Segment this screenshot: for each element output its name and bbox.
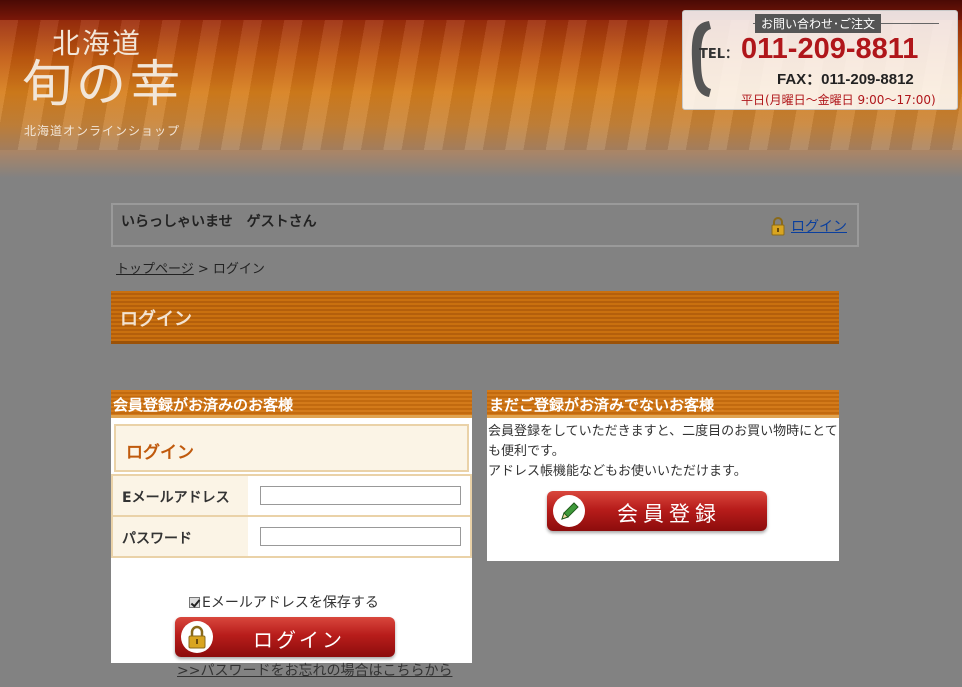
- email-label: Eメールアドレス: [113, 476, 248, 515]
- page-title-band: ログイン: [111, 291, 839, 344]
- login-button-icon-bg: [181, 621, 213, 653]
- register-panel: まだご登録がお済みでないお客様 会員登録をしていただきますと、二度目のお買い物時…: [487, 390, 839, 561]
- save-email-option[interactable]: Eメールアドレスを保存する: [189, 592, 379, 612]
- business-hours: 平日(月曜日～金曜日 9:00～17:00): [741, 93, 936, 107]
- breadcrumb-separator: >: [193, 262, 213, 277]
- register-panel-heading: まだご登録がお済みでないお客様: [487, 390, 839, 418]
- lock-icon: [188, 625, 206, 649]
- register-description: 会員登録をしていただきますと、二度目のお買い物時にとても便利です。 アドレス帳機…: [488, 422, 838, 482]
- logo-sub-text: 北海道オンラインショップ: [24, 124, 181, 138]
- password-label: パスワード: [113, 517, 248, 556]
- password-field[interactable]: [260, 527, 461, 546]
- tel-label: TEL：: [699, 47, 739, 62]
- inquiry-label: お問い合わせ･ご注文: [755, 14, 882, 33]
- breadcrumb-current: ログイン: [212, 262, 265, 277]
- logo-main-text: 旬の幸: [22, 55, 184, 113]
- fax-number: FAX：011-209-8812: [777, 71, 914, 88]
- breadcrumb-home-link[interactable]: トップページ: [116, 262, 194, 277]
- member-panel-heading: 会員登録がお済みのお客様: [111, 390, 472, 418]
- breadcrumb: トップページ > ログイン: [116, 258, 265, 277]
- email-field[interactable]: [260, 486, 461, 505]
- forgot-password-link[interactable]: >>パスワードをお忘れの場合はこちらから: [177, 660, 452, 680]
- login-section-title: ログイン: [114, 424, 469, 472]
- register-button-label: 会員登録: [617, 502, 721, 526]
- welcome-bar: いらっしゃいませ ゲストさん ログイン: [111, 203, 859, 247]
- header-login-link[interactable]: ログイン: [791, 216, 847, 236]
- login-button[interactable]: ログイン: [175, 617, 395, 657]
- login-section-title-text: ログイン: [126, 443, 194, 463]
- pencil-icon: [561, 502, 579, 520]
- register-button-icon-bg: [553, 495, 585, 527]
- contact-box: お問い合わせ･ご注文 TEL： 011-209-8811 FAX：011-209…: [682, 10, 958, 110]
- page-title: ログイン: [120, 309, 192, 330]
- member-login-panel: 会員登録がお済みのお客様 ログイン Eメールアドレス パスワード Eメールアドレ…: [111, 390, 472, 663]
- register-description-line-2: アドレス帳機能などもお使いいただけます。: [488, 464, 747, 479]
- register-button[interactable]: 会員登録: [547, 491, 767, 531]
- login-form: Eメールアドレス パスワード: [111, 474, 472, 558]
- email-row: Eメールアドレス: [111, 476, 472, 517]
- save-email-checkbox[interactable]: [189, 596, 200, 608]
- register-description-line-1: 会員登録をしていただきますと、二度目のお買い物時にとても便利です。: [488, 424, 838, 459]
- tel-number[interactable]: 011-209-8811: [741, 33, 918, 66]
- site-header: 北海道 旬の幸 北海道オンラインショップ お問い合わせ･ご注文 TEL： 011…: [0, 0, 962, 178]
- lock-icon: [771, 217, 785, 236]
- welcome-greeting: いらっしゃいませ ゲストさん: [121, 214, 317, 230]
- save-email-label: Eメールアドレスを保存する: [202, 595, 379, 611]
- login-button-label: ログイン: [253, 628, 345, 652]
- password-row: パスワード: [111, 517, 472, 558]
- site-logo[interactable]: 北海道 旬の幸 北海道オンラインショップ: [22, 22, 202, 142]
